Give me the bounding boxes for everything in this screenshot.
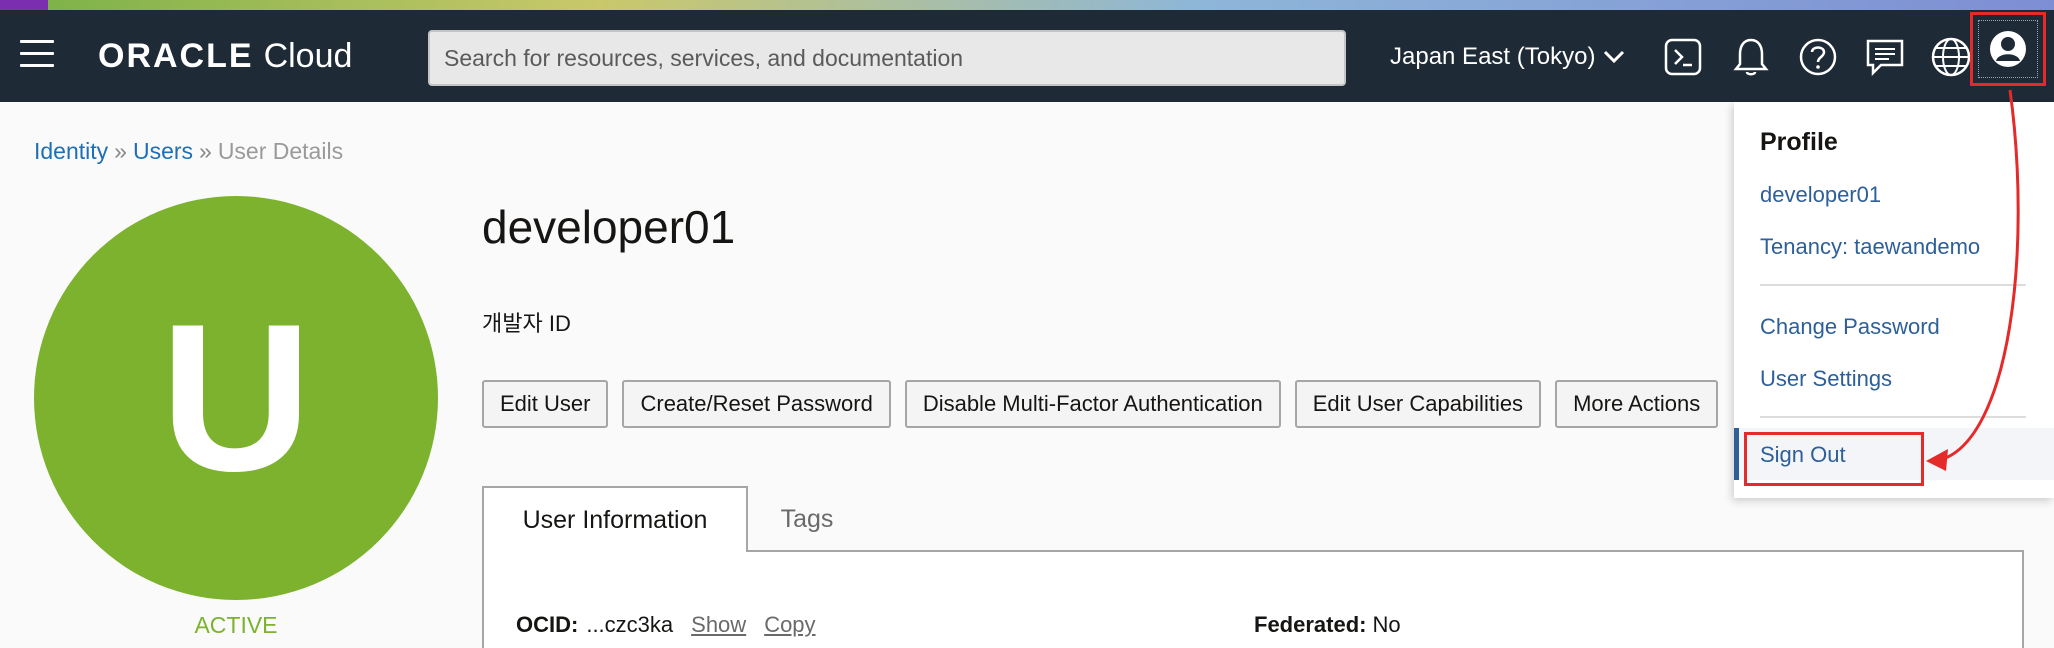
disable-mfa-button[interactable]: Disable Multi-Factor Authentication bbox=[904, 380, 1281, 428]
action-buttons: Edit User Create/Reset Password Disable … bbox=[482, 380, 1732, 428]
globe-icon[interactable] bbox=[1928, 34, 1974, 80]
federated-label: Federated: bbox=[1254, 612, 1367, 637]
profile-username-link[interactable]: developer01 bbox=[1760, 182, 1881, 208]
logo-oracle-text: ORACLE bbox=[98, 36, 254, 75]
user-profile-button[interactable] bbox=[1970, 12, 2046, 86]
ocid-row: OCID: ...czc3ka Show Copy bbox=[516, 612, 816, 638]
breadcrumb-separator: » bbox=[199, 138, 212, 164]
tab-user-information[interactable]: User Information bbox=[482, 486, 748, 552]
user-description: 개발자 ID bbox=[482, 311, 571, 336]
create-reset-password-button[interactable]: Create/Reset Password bbox=[622, 380, 891, 428]
status-label: ACTIVE bbox=[194, 612, 278, 638]
more-actions-button[interactable]: More Actions bbox=[1555, 380, 1719, 428]
breadcrumb-identity[interactable]: Identity bbox=[34, 138, 108, 164]
breadcrumb-separator: » bbox=[114, 138, 127, 164]
ocid-value: ...czc3ka bbox=[586, 612, 674, 637]
help-icon[interactable] bbox=[1795, 34, 1841, 80]
federated-row: Federated: No bbox=[1254, 612, 1401, 638]
federated-value: No bbox=[1372, 612, 1401, 637]
bell-icon[interactable] bbox=[1728, 34, 1774, 80]
tab-tags[interactable]: Tags bbox=[748, 486, 866, 552]
menu-divider bbox=[1760, 284, 2026, 286]
menu-divider bbox=[1760, 416, 2026, 418]
logo-cloud-text: Cloud bbox=[263, 36, 353, 75]
oracle-cloud-logo[interactable]: ORACLE Cloud bbox=[98, 37, 352, 75]
search-input[interactable] bbox=[428, 30, 1346, 86]
top-accent-strip bbox=[0, 0, 2054, 10]
user-settings-link[interactable]: User Settings bbox=[1760, 366, 1892, 392]
breadcrumb-users[interactable]: Users bbox=[133, 138, 193, 164]
edit-user-capabilities-button[interactable]: Edit User Capabilities bbox=[1294, 380, 1542, 428]
breadcrumb-current: User Details bbox=[217, 138, 344, 164]
region-selector[interactable]: Japan East (Tokyo) bbox=[1390, 38, 1625, 76]
region-label: Japan East (Tokyo) bbox=[1390, 43, 1596, 70]
ocid-show-link[interactable]: Show bbox=[691, 612, 746, 638]
cloud-shell-icon[interactable] bbox=[1660, 34, 1706, 80]
breadcrumb: Identity» Users» User Details bbox=[34, 138, 343, 165]
profile-menu-title: Profile bbox=[1760, 128, 1838, 156]
change-password-link[interactable]: Change Password bbox=[1760, 314, 1940, 340]
ocid-copy-link[interactable]: Copy bbox=[764, 612, 815, 638]
user-avatar: U bbox=[34, 196, 438, 600]
sign-out-highlight-box bbox=[1744, 432, 1924, 486]
menu-icon[interactable] bbox=[20, 40, 54, 70]
tenancy-link[interactable]: Tenancy: taewandemo bbox=[1760, 234, 1980, 260]
chevron-down-icon bbox=[1604, 50, 1625, 64]
page-title: developer01 bbox=[482, 201, 736, 253]
ocid-label: OCID: bbox=[516, 612, 579, 637]
avatar-letter: U bbox=[160, 280, 312, 515]
user-profile-icon bbox=[1978, 20, 2038, 78]
edit-user-button[interactable]: Edit User bbox=[482, 380, 609, 428]
chat-icon[interactable] bbox=[1862, 34, 1908, 80]
tab-bar: User Information Tags bbox=[482, 486, 866, 552]
top-navigation-bar: ORACLE Cloud Japan East (Tokyo) bbox=[0, 10, 2054, 102]
